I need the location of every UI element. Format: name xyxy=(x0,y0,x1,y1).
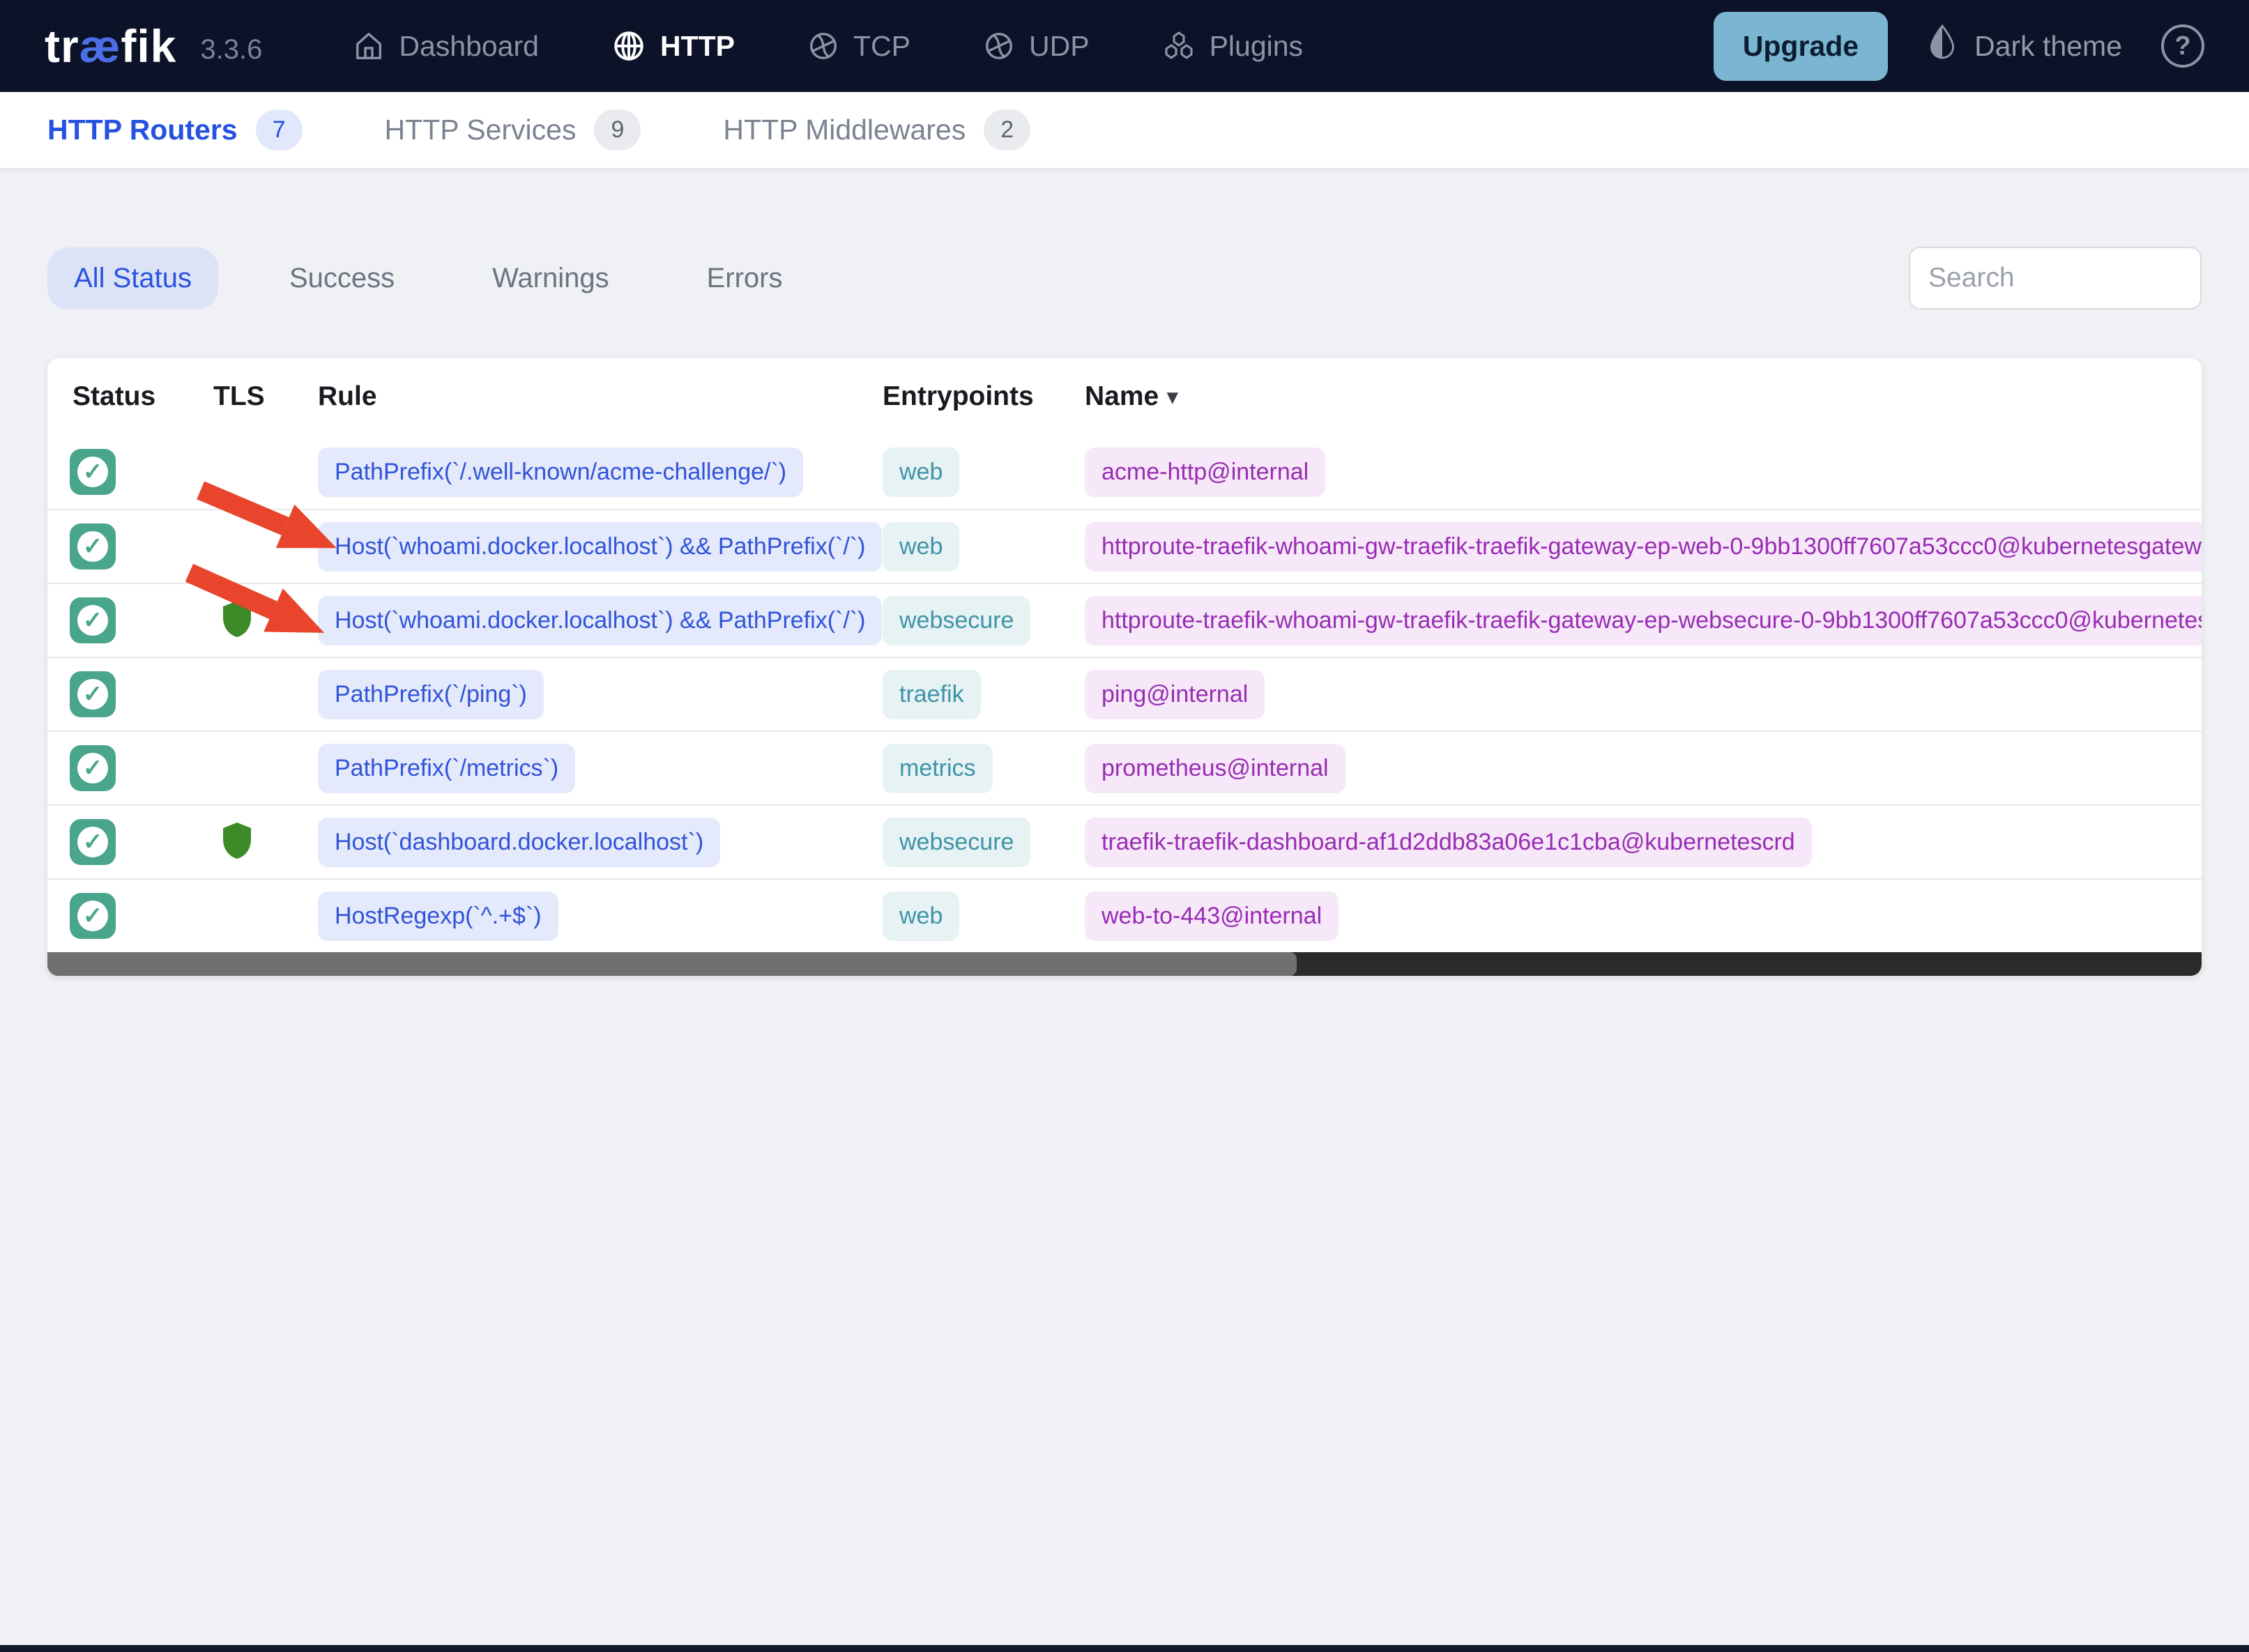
search-box xyxy=(1909,247,2249,309)
tls-shield-icon xyxy=(220,600,254,641)
theme-toggle[interactable]: Dark theme xyxy=(1927,24,2122,68)
name-chip: prometheus@internal xyxy=(1085,743,1345,793)
rule-chip: Host(`dashboard.docker.localhost`) xyxy=(318,817,721,867)
section-tabs: HTTP Routers 7 HTTP Services 9 HTTP Midd… xyxy=(0,92,2249,169)
nav-item-http[interactable]: HTTP xyxy=(611,29,735,63)
status-ok-badge: ✓ xyxy=(70,597,116,643)
col-name[interactable]: Name ▾ xyxy=(1071,381,2202,412)
status-ok-badge: ✓ xyxy=(70,671,116,717)
entrypoint-chip: traefik xyxy=(883,669,981,719)
routers-table: Status TLS Rule Entrypoints Name ▾ ✓ Pat… xyxy=(47,358,2202,976)
scrollbar-thumb[interactable] xyxy=(47,952,1297,976)
filter-toolbar: All Status Success Warnings Errors xyxy=(47,247,2249,309)
navbar-right: Upgrade Dark theme ? xyxy=(1713,11,2204,81)
plugins-icon xyxy=(1162,29,1196,63)
col-rule[interactable]: Rule xyxy=(304,381,869,412)
check-icon: ✓ xyxy=(77,457,108,487)
filter-warnings[interactable]: Warnings xyxy=(466,247,635,309)
search-input[interactable] xyxy=(1928,263,2249,293)
name-chip: traefik-traefik-dashboard-af1d2ddb83a06e… xyxy=(1085,817,1812,867)
tab-count-badge: 7 xyxy=(255,109,303,151)
main-nav: Dashboard HTTP TCP UDP Plugins xyxy=(353,29,1303,63)
top-navbar: træfik 3.3.6 Dashboard HTTP TCP UDP Plug… xyxy=(0,0,2249,92)
check-icon: ✓ xyxy=(77,679,108,710)
sort-caret-icon: ▾ xyxy=(1167,385,1178,408)
name-chip: ping@internal xyxy=(1085,669,1265,719)
name-chip: web-to-443@internal xyxy=(1085,891,1339,941)
nav-item-dashboard[interactable]: Dashboard xyxy=(353,30,539,63)
col-status[interactable]: Status xyxy=(47,381,199,412)
check-icon: ✓ xyxy=(77,531,108,562)
check-icon: ✓ xyxy=(77,827,108,857)
status-ok-badge: ✓ xyxy=(70,893,116,939)
rule-chip: PathPrefix(`/.well-known/acme-challenge/… xyxy=(318,447,804,497)
upgrade-button[interactable]: Upgrade xyxy=(1713,11,1889,81)
table-header: Status TLS Rule Entrypoints Name ▾ xyxy=(47,358,2202,435)
filter-all-status[interactable]: All Status xyxy=(47,247,218,309)
tab-count-badge: 2 xyxy=(984,109,1031,151)
help-icon[interactable]: ? xyxy=(2161,24,2204,68)
rule-chip: PathPrefix(`/ping`) xyxy=(318,669,544,719)
name-chip: httproute-traefik-whoami-gw-traefik-trae… xyxy=(1085,521,2202,572)
theme-toggle-label: Dark theme xyxy=(1974,29,2122,62)
home-icon xyxy=(353,30,385,62)
filter-errors[interactable]: Errors xyxy=(680,247,809,309)
traefik-logo: træfik xyxy=(45,20,177,72)
status-ok-badge: ✓ xyxy=(70,449,116,495)
rule-chip: PathPrefix(`/metrics`) xyxy=(318,743,576,793)
status-ok-badge: ✓ xyxy=(70,819,116,865)
table-row[interactable]: ✓ Host(`dashboard.docker.localhost`) web… xyxy=(47,804,2202,878)
rule-chip: HostRegexp(`^.+$`) xyxy=(318,891,558,941)
check-icon: ✓ xyxy=(77,901,108,931)
tcp-icon xyxy=(807,30,839,62)
status-ok-badge: ✓ xyxy=(70,745,116,791)
nav-item-udp[interactable]: UDP xyxy=(983,30,1090,63)
entrypoint-chip: web xyxy=(883,447,960,497)
rule-chip: Host(`whoami.docker.localhost`) && PathP… xyxy=(318,521,883,572)
horizontal-scrollbar[interactable] xyxy=(47,952,2202,976)
filter-success[interactable]: Success xyxy=(263,247,421,309)
check-icon: ✓ xyxy=(77,605,108,636)
entrypoint-chip: web xyxy=(883,521,960,572)
udp-icon xyxy=(983,30,1015,62)
table-row[interactable]: ✓ PathPrefix(`/.well-known/acme-challeng… xyxy=(47,435,2202,509)
name-chip: httproute-traefik-whoami-gw-traefik-trae… xyxy=(1085,595,2202,645)
table-row[interactable]: ✓ PathPrefix(`/ping`) traefik ping@inter… xyxy=(47,657,2202,731)
entrypoint-chip: web xyxy=(883,891,960,941)
table-row[interactable]: ✓ PathPrefix(`/metrics`) metrics prometh… xyxy=(47,731,2202,804)
entrypoint-chip: metrics xyxy=(883,743,993,793)
status-ok-badge: ✓ xyxy=(70,523,116,569)
nav-item-plugins[interactable]: Plugins xyxy=(1162,29,1303,63)
table-row[interactable]: ✓ Host(`whoami.docker.localhost`) && Pat… xyxy=(47,509,2202,583)
tls-shield-icon xyxy=(220,822,254,863)
tab-http-routers[interactable]: HTTP Routers 7 xyxy=(47,109,303,151)
name-chip: acme-http@internal xyxy=(1085,447,1326,497)
table-row[interactable]: ✓ HostRegexp(`^.+$`) web web-to-443@inte… xyxy=(47,878,2202,952)
col-tls[interactable]: TLS xyxy=(199,381,304,412)
check-icon: ✓ xyxy=(77,753,108,783)
tab-http-services[interactable]: HTTP Services 9 xyxy=(385,109,641,151)
globe-icon xyxy=(611,29,646,63)
droplet-contrast-icon xyxy=(1927,24,1958,68)
tab-http-middlewares[interactable]: HTTP Middlewares 2 xyxy=(723,109,1031,151)
rule-chip: Host(`whoami.docker.localhost`) && PathP… xyxy=(318,595,883,645)
version-label: 3.3.6 xyxy=(200,33,263,65)
col-entrypoints[interactable]: Entrypoints xyxy=(869,381,1071,412)
bottom-edge-bar xyxy=(0,1645,2249,1652)
status-filters: All Status Success Warnings Errors xyxy=(47,247,809,309)
entrypoint-chip: websecure xyxy=(883,595,1031,645)
routers-table-wrap: Status TLS Rule Entrypoints Name ▾ ✓ Pat… xyxy=(47,358,2202,976)
table-row[interactable]: ✓ Host(`whoami.docker.localhost`) && Pat… xyxy=(47,583,2202,657)
tab-count-badge: 9 xyxy=(594,109,641,151)
nav-item-tcp[interactable]: TCP xyxy=(807,30,910,63)
entrypoint-chip: websecure xyxy=(883,817,1031,867)
